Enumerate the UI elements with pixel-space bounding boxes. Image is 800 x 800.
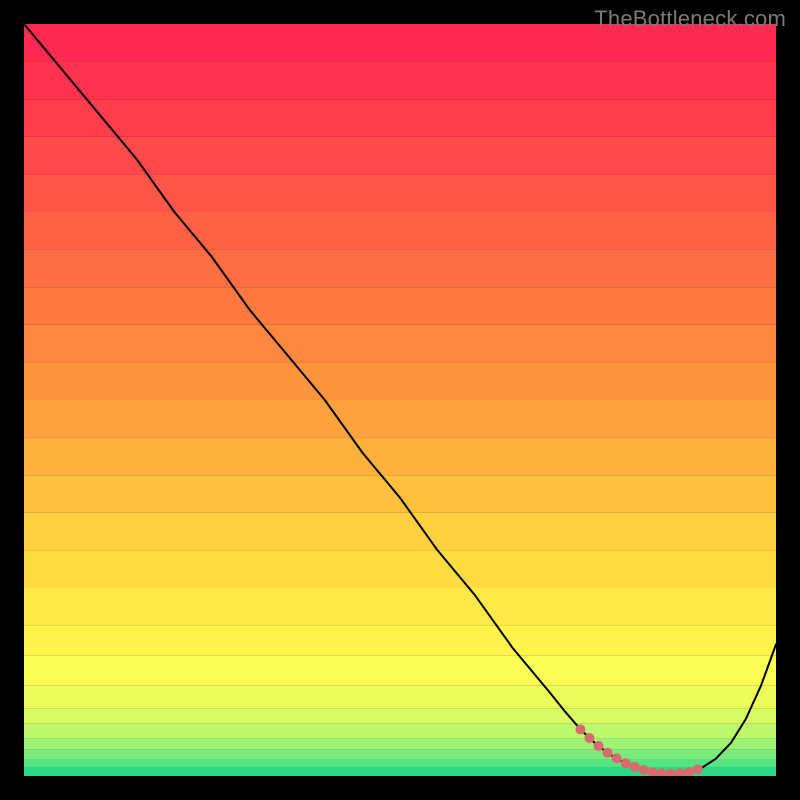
- gradient-band: [24, 723, 776, 738]
- gradient-band: [24, 287, 776, 325]
- gradient-band: [24, 475, 776, 513]
- gradient-band: [24, 513, 776, 551]
- gradient-band: [24, 550, 776, 588]
- gradient-band: [24, 362, 776, 400]
- plot-area: [24, 24, 776, 776]
- gradient-band: [24, 656, 776, 686]
- chart-frame: TheBottleneck.com: [0, 0, 800, 800]
- gradient-band: [24, 686, 776, 709]
- gradient-band: [24, 588, 776, 626]
- gradient-band: [24, 750, 776, 760]
- gradient-band: [24, 626, 776, 656]
- gradient-band: [24, 99, 776, 137]
- gradient-band: [24, 62, 776, 100]
- gradient-band: [24, 137, 776, 175]
- gradient-band: [24, 400, 776, 438]
- gradient-band: [24, 174, 776, 212]
- watermark-text: TheBottleneck.com: [594, 6, 786, 32]
- gradient-band: [24, 212, 776, 250]
- gradient-band: [24, 325, 776, 363]
- gradient-band: [24, 438, 776, 476]
- gradient-band: [24, 759, 776, 767]
- chart-svg: [24, 24, 776, 776]
- gradient-band: [24, 708, 776, 723]
- gradient-band: [24, 738, 776, 749]
- gradient-band: [24, 250, 776, 288]
